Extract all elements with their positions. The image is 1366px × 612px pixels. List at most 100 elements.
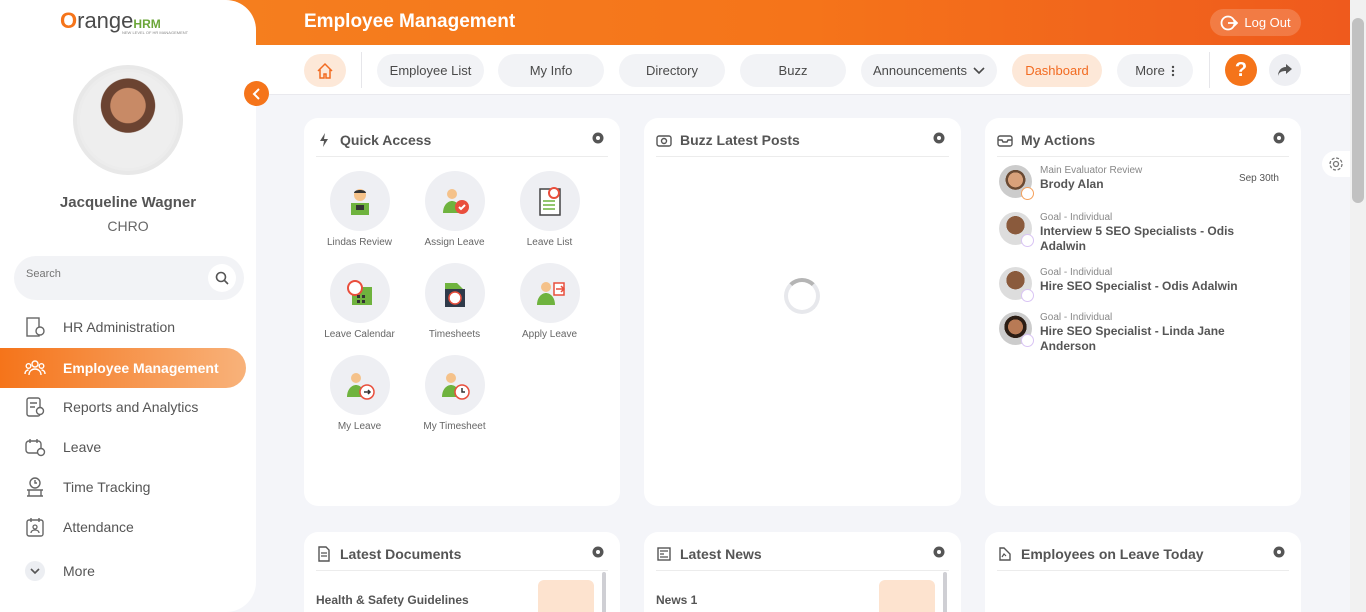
sidebar-item-label: Attendance (63, 519, 134, 535)
clock-icon (22, 474, 48, 500)
divider (316, 570, 608, 571)
gear-icon (1329, 157, 1343, 171)
sidebar-item-label: HR Administration (63, 319, 176, 335)
divider (656, 570, 949, 571)
my-actions-card: My Actions Main Evaluator Review Brody A… (985, 118, 1301, 506)
search-input[interactable] (26, 268, 206, 280)
quick-access-item[interactable]: Apply Leave (502, 263, 597, 340)
sidebar-item-more[interactable]: More (0, 551, 246, 591)
people-icon (22, 355, 48, 381)
sidebar-search (14, 256, 244, 300)
card-title: Quick Access (340, 132, 432, 148)
share-button[interactable] (1269, 54, 1301, 86)
document-title[interactable]: Health & Safety Guidelines (316, 593, 469, 607)
collapse-sidebar-button[interactable] (244, 81, 269, 106)
chevron-down-icon (22, 558, 48, 584)
nav-dashboard[interactable]: Dashboard (1012, 54, 1102, 87)
scrollbar[interactable] (943, 572, 947, 612)
help-button[interactable]: ? (1225, 54, 1257, 86)
nav-directory[interactable]: Directory (619, 54, 725, 87)
goal-badge-icon (1021, 289, 1034, 302)
quick-access-item[interactable]: Assign Leave (407, 171, 502, 248)
news-title[interactable]: News 1 (656, 593, 697, 607)
nav-my-info[interactable]: My Info (498, 54, 604, 87)
report-icon (22, 394, 48, 420)
my-timesheet-icon (424, 355, 485, 415)
user-role: CHRO (107, 218, 149, 234)
quick-access-item[interactable]: Leave Calendar (312, 263, 407, 340)
chevron-down-icon (973, 66, 985, 74)
scrollbar-thumb[interactable] (1352, 18, 1364, 203)
news-thumbnail-icon (879, 580, 935, 612)
nav-employee-list[interactable]: Employee List (377, 54, 484, 87)
divider (316, 156, 608, 157)
assign-leave-icon (424, 171, 485, 231)
quick-access-item[interactable]: Timesheets (407, 263, 502, 340)
chevron-left-icon (252, 87, 260, 100)
gear-icon[interactable] (1271, 130, 1287, 146)
logout-button[interactable]: Log Out (1210, 9, 1301, 36)
document-thumbnail-icon (538, 580, 594, 612)
gear-icon[interactable] (931, 130, 947, 146)
nav-announcements[interactable]: Announcements (861, 54, 997, 87)
timesheets-icon (424, 263, 485, 323)
inbox-icon (997, 135, 1013, 147)
quick-access-item[interactable]: My Leave (312, 355, 407, 432)
search-icon (215, 271, 229, 285)
lightning-icon (320, 133, 328, 147)
nav-more[interactable]: More (1117, 54, 1193, 87)
nav-buzz[interactable]: Buzz (740, 54, 846, 87)
goal-badge-icon (1021, 334, 1034, 347)
document-icon (318, 546, 330, 562)
sidebar: OrangeHRM NEW LEVEL OF HR MANAGEMENT Jac… (0, 0, 256, 612)
quick-access-item[interactable]: My Timesheet (407, 355, 502, 432)
gear-icon[interactable] (1271, 544, 1287, 560)
card-title: Buzz Latest Posts (680, 132, 800, 148)
avatar[interactable] (73, 65, 183, 175)
divider (997, 156, 1289, 157)
latest-news-card: Latest News News 1 (644, 532, 961, 612)
quick-access-item[interactable]: Lindas Review (312, 171, 407, 248)
help-icon: ? (1234, 58, 1248, 81)
sidebar-item-hr-administration[interactable]: HR Administration (0, 307, 246, 347)
sidebar-item-employee-management[interactable]: Employee Management (0, 348, 246, 388)
nav-divider (1209, 52, 1210, 88)
card-title: My Actions (1021, 132, 1096, 148)
newspaper-icon (657, 547, 671, 561)
leave-today-card: Employees on Leave Today (985, 532, 1301, 612)
nav-announcements-label: Announcements (873, 63, 967, 78)
nav-more-label: More (1135, 63, 1165, 78)
gear-icon[interactable] (590, 130, 606, 146)
card-title: Latest News (680, 546, 762, 562)
sidebar-item-label: More (63, 563, 95, 579)
divider (997, 570, 1289, 571)
apply-leave-icon (519, 263, 580, 323)
sidebar-item-time-tracking[interactable]: Time Tracking (0, 467, 246, 507)
card-title: Latest Documents (340, 546, 462, 562)
page-title: Employee Management (304, 11, 516, 32)
logout-label: Log Out (1244, 15, 1291, 30)
home-icon (317, 62, 333, 79)
sidebar-item-leave[interactable]: Leave (0, 427, 246, 467)
leave-icon (22, 434, 48, 460)
profile-photo (80, 72, 176, 168)
goal-badge-icon (1021, 234, 1034, 247)
sidebar-item-attendance[interactable]: Attendance (0, 507, 246, 547)
review-icon (329, 171, 390, 231)
settings-tab[interactable] (1322, 151, 1350, 177)
scrollbar[interactable] (602, 572, 606, 612)
leave-list-icon (519, 171, 580, 231)
building-icon (22, 314, 48, 340)
gear-icon[interactable] (931, 544, 947, 560)
card-title: Employees on Leave Today (1021, 546, 1204, 562)
user-name: Jacqueline Wagner (59, 194, 197, 211)
latest-documents-card: Latest Documents Health & Safety Guideli… (304, 532, 620, 612)
share-icon (1278, 64, 1292, 76)
sidebar-item-reports-and-analytics[interactable]: Reports and Analytics (0, 387, 246, 427)
home-button[interactable] (304, 54, 346, 87)
nav-divider (361, 52, 362, 88)
attendance-icon (22, 514, 48, 540)
gear-icon[interactable] (590, 544, 606, 560)
quick-access-item[interactable]: Leave List (502, 171, 597, 248)
search-button[interactable] (208, 264, 236, 292)
